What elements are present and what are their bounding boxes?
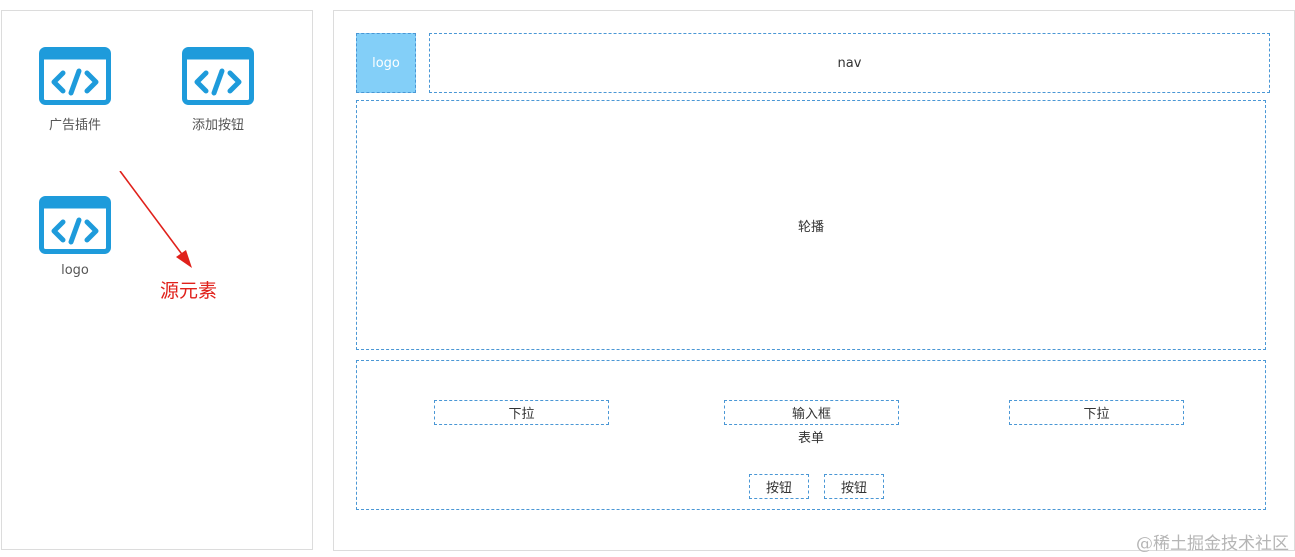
form-dropdown-right[interactable]: 下拉 xyxy=(1009,400,1184,425)
form-button-2[interactable]: 按钮 xyxy=(824,474,884,499)
dropdown-label: 下拉 xyxy=(508,407,535,422)
code-window-icon xyxy=(39,196,111,254)
carousel-block[interactable]: 轮播 xyxy=(356,100,1266,350)
annotation-arrow-icon xyxy=(119,171,192,268)
palette-item-label: 添加按钮 xyxy=(191,118,244,133)
form-button-1[interactable]: 按钮 xyxy=(749,474,809,499)
palette-item-add-button[interactable]: 添加按钮 xyxy=(163,47,273,133)
nav-block[interactable]: nav xyxy=(429,33,1270,93)
code-window-icon xyxy=(182,47,254,105)
input-label: 输入框 xyxy=(791,407,831,422)
button-label: 按钮 xyxy=(840,481,867,496)
dropdown-label: 下拉 xyxy=(1083,407,1110,422)
form-text-input[interactable]: 输入框 xyxy=(724,400,899,425)
component-palette: 广告插件 添加按钮 logo 源元素 xyxy=(1,10,313,550)
logo-block-label: logo xyxy=(372,55,400,71)
logo-block[interactable]: logo xyxy=(356,33,416,93)
code-window-icon xyxy=(39,47,111,105)
form-dropdown-left[interactable]: 下拉 xyxy=(434,400,609,425)
button-label: 按钮 xyxy=(765,481,792,496)
nav-block-label: nav xyxy=(837,55,862,71)
form-block[interactable]: 下拉 输入框 下拉 表单 按钮 按钮 xyxy=(356,360,1266,510)
form-title: 表单 xyxy=(797,431,824,446)
annotation-label: 源元素 xyxy=(160,280,218,302)
watermark: @稀土掘金技术社区 xyxy=(1136,534,1289,554)
carousel-block-label: 轮播 xyxy=(797,219,824,235)
palette-item-label: 广告插件 xyxy=(48,118,101,133)
palette-item-ad-plugin[interactable]: 广告插件 xyxy=(20,47,130,133)
layout-canvas: logo nav 轮播 下拉 输入框 下拉 表单 按钮 按钮 xyxy=(333,10,1295,551)
